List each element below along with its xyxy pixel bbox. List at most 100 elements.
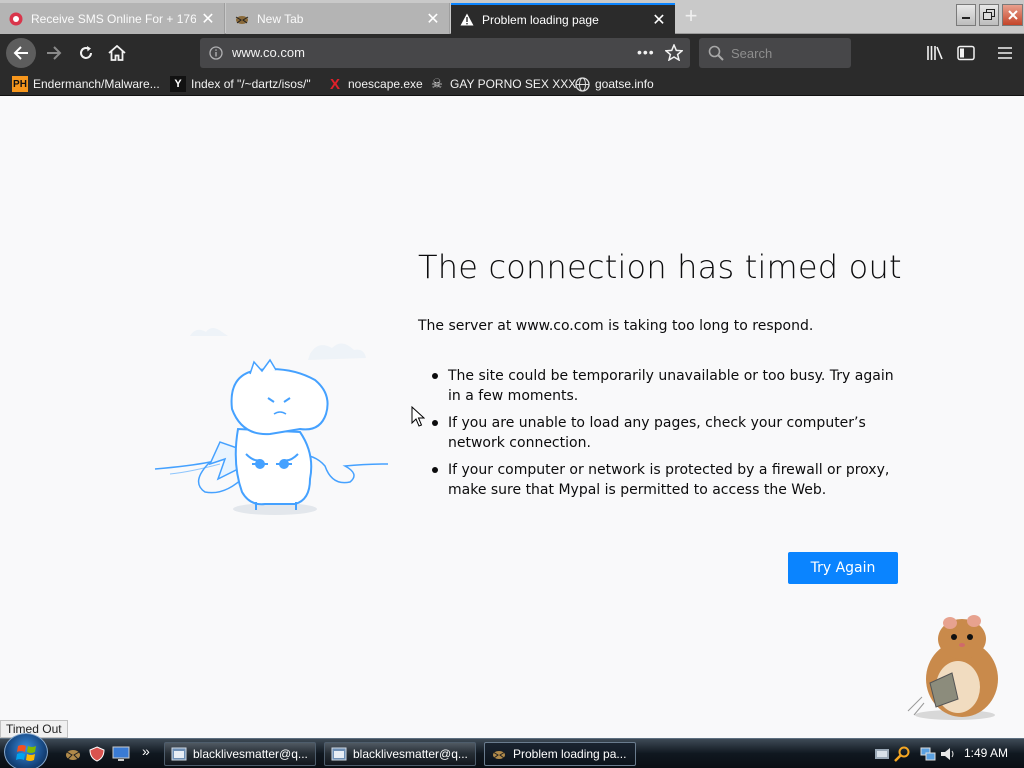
navigation-toolbar: www.co.com ••• Search — [0, 34, 1024, 72]
new-tab-button[interactable]: + — [680, 5, 702, 28]
info-icon[interactable] — [209, 46, 223, 65]
error-page: The connection has timed out The server … — [0, 96, 1024, 738]
taskbar-window-button-active[interactable]: Problem loading pa... — [484, 742, 636, 766]
error-title: The connection has timed out — [418, 248, 902, 286]
list-item: The site could be temporarily unavailabl… — [432, 366, 902, 406]
close-icon — [1007, 10, 1018, 20]
back-arrow-icon — [13, 46, 28, 60]
globe-icon — [574, 76, 590, 92]
bookmark-item[interactable]: Y Index of "/~dartz/isos/" — [170, 75, 311, 93]
bookmark-label: noescape.exe — [348, 77, 423, 91]
windows-logo-icon — [16, 745, 36, 761]
menu-button[interactable] — [991, 39, 1019, 67]
home-button[interactable] — [103, 39, 131, 67]
try-again-button[interactable]: Try Again — [788, 552, 898, 584]
forward-arrow-icon — [47, 46, 62, 60]
bookmark-label: GAY PORNO SEX XXX — [450, 77, 577, 91]
window-app-icon — [171, 747, 187, 761]
list-item-text: If you are unable to load any pages, che… — [448, 415, 866, 451]
ph-icon: PH — [12, 76, 28, 92]
page-actions-icon[interactable]: ••• — [637, 44, 655, 60]
mouse-cursor-icon — [411, 405, 426, 433]
search-icon — [708, 45, 724, 66]
back-button[interactable] — [6, 38, 36, 68]
search-placeholder[interactable]: Search — [731, 46, 772, 61]
home-icon — [108, 45, 126, 61]
bookmark-item[interactable]: PH Endermanch/Malware... — [12, 75, 160, 93]
new-tab-icon — [234, 11, 250, 27]
list-item-text: If your computer or network is protected… — [448, 462, 890, 498]
folder-bug-icon — [66, 750, 80, 760]
monitor-icon — [112, 746, 130, 761]
bookmark-star-icon[interactable] — [664, 43, 684, 66]
bookmarks-toolbar: PH Endermanch/Malware... Y Index of "/~d… — [0, 72, 1024, 96]
bookmark-label: goatse.info — [595, 77, 654, 91]
taskbar-window-button[interactable]: blacklivesmatter@q... — [164, 742, 316, 766]
system-tray: 1:49 AM — [868, 739, 1024, 768]
red-x-icon: X — [329, 75, 340, 93]
quicklaunch-item[interactable] — [112, 746, 130, 762]
taskbar-window-button[interactable]: blacklivesmatter@q... — [324, 742, 476, 766]
shield-icon — [89, 746, 105, 762]
tray-app-icon[interactable] — [874, 746, 890, 762]
error-suggestions: The site could be temporarily unavailabl… — [432, 366, 902, 507]
quicklaunch-overflow[interactable]: » — [142, 743, 150, 759]
bookmark-item[interactable]: ☠ GAY PORNO SEX XXX — [429, 75, 576, 93]
list-item: If your computer or network is protected… — [432, 460, 902, 500]
sms-site-icon — [8, 11, 24, 27]
restore-icon — [983, 9, 995, 20]
magnifier-icon[interactable] — [894, 746, 910, 762]
reload-icon — [80, 46, 92, 59]
taskbar-button-label: Problem loading pa... — [513, 747, 627, 761]
close-icon[interactable]: ✕ — [200, 11, 216, 28]
hamburger-menu-icon — [998, 47, 1012, 59]
close-icon[interactable]: ✕ — [651, 12, 667, 29]
url-text[interactable]: www.co.com — [232, 45, 305, 60]
bookmark-label: Endermanch/Malware... — [33, 77, 160, 91]
bullet-icon — [432, 467, 438, 473]
window-app-icon — [331, 747, 347, 761]
window-close-button[interactable] — [1002, 4, 1023, 26]
browser-app-icon — [492, 751, 506, 759]
taskbar-button-label: blacklivesmatter@q... — [193, 747, 308, 761]
volume-icon[interactable] — [940, 746, 956, 762]
minimize-icon — [962, 17, 970, 19]
bookmark-item[interactable]: goatse.info — [574, 75, 654, 93]
skull-icon: ☠ — [431, 76, 443, 91]
sidebar-button[interactable] — [952, 39, 980, 67]
windows-taskbar: » blacklivesmatter@q... blacklivesmatter… — [0, 733, 1024, 768]
network-icon[interactable] — [920, 746, 936, 762]
minimize-button[interactable] — [956, 4, 976, 26]
restore-button[interactable] — [979, 4, 999, 26]
sidebar-icon — [957, 45, 975, 61]
tab-title: Receive SMS Online For + 1765 — [31, 11, 196, 26]
bullet-icon — [432, 420, 438, 426]
url-bar[interactable]: www.co.com ••• — [200, 38, 690, 68]
tab-strip: Receive SMS Online For + 1765 ✕ New Tab … — [0, 0, 1024, 34]
start-button[interactable] — [4, 733, 48, 768]
tab-problem-loading[interactable]: Problem loading page ✕ — [451, 3, 675, 34]
system-clock[interactable]: 1:49 AM — [964, 746, 1008, 760]
error-description: The server at www.co.com is taking too l… — [418, 318, 814, 334]
reload-button[interactable] — [72, 39, 100, 67]
forward-button[interactable] — [40, 39, 68, 67]
quicklaunch-item[interactable] — [64, 746, 82, 762]
ycombinator-icon: Y — [170, 76, 186, 92]
tab-new-tab[interactable]: New Tab ✕ — [226, 3, 450, 34]
quicklaunch-item[interactable] — [88, 746, 106, 762]
tab-sms[interactable]: Receive SMS Online For + 1765 ✕ — [0, 3, 225, 34]
bullet-icon — [432, 373, 438, 379]
bookmark-item[interactable]: X noescape.exe — [327, 75, 423, 93]
close-icon[interactable]: ✕ — [425, 11, 441, 28]
list-item: If you are unable to load any pages, che… — [432, 413, 902, 453]
bookmark-label: Index of "/~dartz/isos/" — [191, 77, 311, 91]
warning-icon — [459, 12, 475, 28]
search-bar[interactable]: Search — [699, 38, 851, 68]
library-button[interactable] — [921, 39, 949, 67]
tab-title: New Tab — [257, 11, 304, 26]
dinosaur-illustration — [150, 314, 390, 529]
hamster-desktop-pet — [900, 611, 1010, 728]
tab-title: Problem loading page — [482, 12, 599, 27]
list-item-text: The site could be temporarily unavailabl… — [448, 368, 894, 404]
taskbar-button-label: blacklivesmatter@q... — [353, 747, 468, 761]
